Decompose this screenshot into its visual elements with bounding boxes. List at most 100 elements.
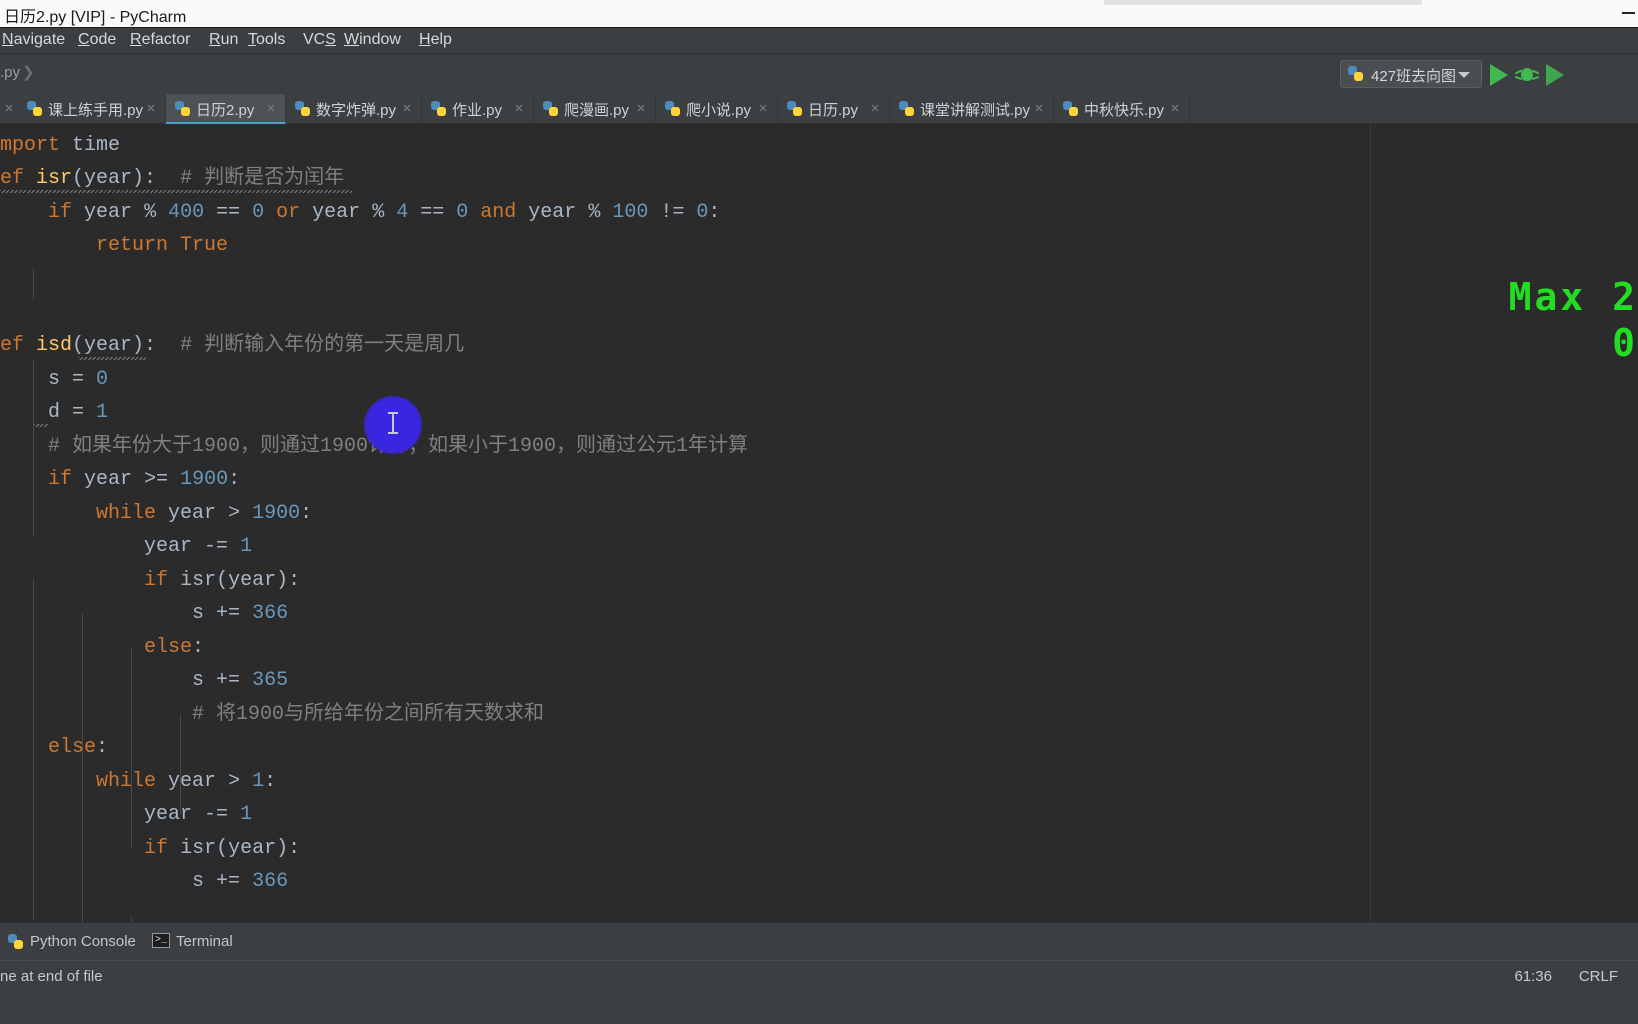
tab-爬漫画-py[interactable]: 爬漫画.py × — [534, 94, 656, 124]
python-file-icon — [543, 101, 559, 117]
menu-navigate[interactable]: Navigate — [2, 31, 65, 49]
status-bar: ne at end of file 61:36 CRLF — [0, 960, 1638, 1024]
tab-close-icon[interactable]: × — [264, 100, 278, 117]
code-line-3: if year % 400 == 0 or year % 4 == 0 and … — [48, 201, 721, 224]
menu-refactor[interactable]: Refactor — [130, 31, 190, 49]
window-title: 日历2.py [VIP] - PyCharm — [4, 9, 187, 26]
menu-window[interactable]: Window — [344, 31, 401, 49]
tab-中秋快乐-py[interactable]: 中秋快乐.py × — [1054, 94, 1190, 124]
caret-position[interactable]: 61:36 — [1514, 968, 1552, 985]
right-margin-line — [1370, 124, 1371, 922]
code-line-11: if year >= 1900: — [48, 468, 241, 491]
tab-课堂讲解测试-py[interactable]: 课堂讲解测试.py × — [890, 94, 1054, 124]
tab-close-icon[interactable]: × — [634, 100, 648, 117]
tab-数字炸弹-py[interactable]: 数字炸弹.py × — [286, 94, 422, 124]
menubar: Navigate Code Refactor Run Tools VCS Win… — [0, 28, 1638, 54]
menu-tools[interactable]: Tools — [248, 31, 285, 49]
tab-close-icon[interactable]: × — [2, 100, 16, 117]
tab-label: 中秋快乐.py — [1084, 102, 1165, 119]
python-file-icon — [1348, 66, 1364, 82]
breadcrumb-chevron-icon: ❯ — [22, 64, 35, 81]
tab-课上练手用-py[interactable]: 课上练手用.py × — [18, 94, 166, 124]
python-file-icon — [431, 101, 447, 117]
menu-help-label: elp — [430, 31, 452, 48]
tab-close-icon[interactable]: × — [756, 100, 770, 117]
tab-作业-py[interactable]: 作业.py × — [422, 94, 534, 124]
code-line-18: # 将1900与所给年份之间所有天数求和 — [192, 703, 545, 726]
code-line-17: s += 365 — [192, 669, 289, 692]
code-line-21: year -= 1 — [144, 803, 253, 826]
menu-run[interactable]: Run — [209, 31, 238, 49]
menu-vcs[interactable]: VCS — [303, 31, 336, 49]
tab-label: 日历.py — [808, 102, 859, 119]
tab-label: 数字炸弹.py — [316, 102, 397, 119]
menu-navigate-label: avigate — [13, 31, 66, 48]
python-file-icon — [787, 101, 803, 117]
text-ibeam-cursor — [388, 412, 398, 434]
code-line-13: year -= 1 — [144, 535, 253, 558]
tool-window-bar: Python Console >_ Terminal — [0, 922, 1638, 960]
menu-refactor-label: efactor — [141, 31, 191, 48]
menu-code[interactable]: Code — [78, 31, 116, 49]
tab-label: 作业.py — [452, 102, 503, 119]
run-configuration-label: 427班去向图 — [1371, 68, 1457, 85]
code-line-23: s += 366 — [192, 870, 289, 893]
breadcrumb-file: .py — [0, 64, 21, 81]
breadcrumb[interactable]: .py ❯ — [0, 63, 35, 81]
run-coverage-icon[interactable] — [1546, 64, 1564, 86]
code-line-12: while year > 1900: — [96, 502, 313, 525]
inspection-squiggle — [78, 357, 146, 360]
python-file-icon — [665, 101, 681, 117]
tab-close-icon[interactable]: × — [144, 100, 158, 117]
terminal-icon: >_ — [152, 933, 170, 948]
chevron-down-icon[interactable] — [1458, 72, 1470, 78]
screen-overlay-stats: Max 2 0 — [1509, 274, 1638, 366]
tab-close-icon[interactable]: × — [868, 100, 882, 117]
editor-tab-strip: × 课上练手用.py × 日历2.py × 数字炸弹.py × 作业.py × … — [0, 94, 1638, 124]
tab-日历-py[interactable]: 日历.py × — [778, 94, 890, 124]
pycharm-window: 日历2.py [VIP] - PyCharm Navigate Code Ref… — [0, 0, 1638, 1024]
code-line-19: else: — [48, 736, 109, 759]
tab-label: 爬小说.py — [686, 102, 752, 119]
code-line-4: return True — [96, 234, 229, 257]
run-play-icon[interactable] — [1490, 64, 1508, 86]
tab-close-icon[interactable]: × — [512, 100, 526, 117]
menu-run-label: un — [220, 31, 239, 48]
debug-bug-icon[interactable] — [1514, 64, 1540, 84]
tab-label: 课上练手用.py — [48, 102, 144, 119]
code-editor[interactable]: mport time ef isr(year): # 判断是否为闰年 if ye… — [0, 124, 1638, 922]
titlebar-ghost-strip — [1104, 0, 1422, 5]
tab-close-icon[interactable]: × — [400, 100, 414, 117]
code-line-8: s = 0 — [48, 368, 109, 391]
overlay-line-2: 0 — [1612, 321, 1638, 365]
minimize-icon[interactable] — [1622, 12, 1635, 14]
window-titlebar: 日历2.py [VIP] - PyCharm — [0, 0, 1638, 28]
python-file-icon — [27, 101, 43, 117]
tab-爬小说-py[interactable]: 爬小说.py × — [656, 94, 778, 124]
python-file-icon — [295, 101, 311, 117]
tab-close-icon[interactable]: × — [1032, 100, 1046, 117]
tool-window-terminal[interactable]: Terminal — [176, 933, 233, 950]
tab-label: 日历2.py — [196, 102, 255, 119]
menu-window-label: indow — [359, 31, 401, 48]
code-line-14: if isr(year): — [144, 569, 301, 592]
code-line-15: s += 366 — [192, 602, 289, 625]
python-file-icon — [899, 101, 915, 117]
code-content[interactable]: mport time ef isr(year): # 判断是否为闰年 if ye… — [0, 124, 748, 922]
tool-window-python-console[interactable]: Python Console — [30, 933, 136, 950]
menu-help[interactable]: Help — [419, 31, 452, 49]
menu-tools-label: ools — [256, 31, 286, 48]
python-console-icon — [8, 934, 24, 950]
tab-日历2-py[interactable]: 日历2.py × — [166, 94, 286, 124]
run-configuration-selector[interactable]: 427班去向图 — [1340, 60, 1482, 88]
tab-label: 爬漫画.py — [564, 102, 630, 119]
line-separator-indicator[interactable]: CRLF — [1579, 968, 1618, 985]
code-line-7: ef isd(year): # 判断输入年份的第一天是周几 — [0, 334, 465, 357]
python-file-icon — [1063, 101, 1079, 117]
inspection-squiggle — [34, 424, 48, 427]
code-line-20: while year > 1: — [96, 770, 277, 793]
tab-close-icon[interactable]: × — [1168, 100, 1182, 117]
status-message: ne at end of file — [0, 968, 103, 985]
code-line-1: mport time — [0, 134, 121, 157]
